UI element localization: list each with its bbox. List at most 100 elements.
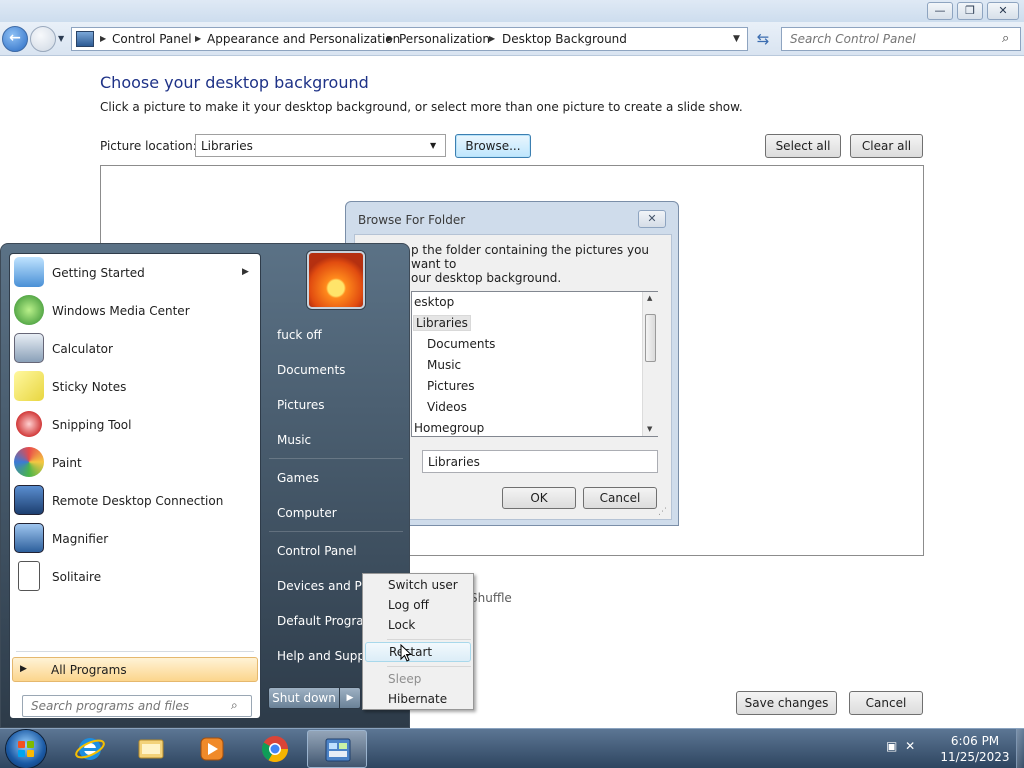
breadcrumb-desktop-background[interactable]: Desktop Background [502, 32, 627, 46]
menu-item-lock[interactable]: Lock [365, 616, 471, 636]
search-icon[interactable]: ⌕ [1002, 31, 1009, 46]
start-item-control-panel[interactable]: Control Panel [277, 544, 357, 558]
dialog-cancel-button[interactable]: Cancel [583, 487, 657, 509]
start-button[interactable] [6, 730, 46, 768]
start-item-default-programs[interactable]: Default Program [277, 614, 375, 628]
search-icon[interactable]: ⌕ [231, 698, 238, 713]
program-solitaire[interactable]: Solitaire [10, 558, 260, 596]
dialog-close-button[interactable]: ✕ [638, 210, 666, 228]
chevron-down-icon: ▼ [430, 141, 437, 150]
taskbar-clock[interactable]: 6:06 PM 11/25/2023 [935, 733, 1015, 765]
shut-down-options-button[interactable]: ▶ [339, 687, 361, 709]
address-dropdown-icon[interactable]: ▼ [733, 34, 740, 44]
start-item-computer[interactable]: Computer [277, 506, 337, 520]
all-programs-label: All Programs [51, 663, 127, 677]
start-item-user-folder[interactable]: fuck off [277, 328, 322, 342]
network-icon[interactable]: ▣ [886, 739, 897, 753]
program-calculator[interactable]: Calculator [10, 330, 260, 368]
back-button[interactable]: ← [2, 26, 28, 52]
program-label: Getting Started [52, 266, 145, 280]
program-sticky-notes[interactable]: Sticky Notes [10, 368, 260, 406]
browse-button[interactable]: Browse... [455, 134, 531, 158]
tree-item-music[interactable]: Music [427, 358, 461, 372]
program-label: Magnifier [52, 532, 109, 546]
shut-down-button[interactable]: Shut down [268, 687, 340, 709]
program-getting-started[interactable]: Getting Started ▶ [10, 254, 260, 292]
save-changes-button[interactable]: Save changes [736, 691, 837, 715]
program-label: Solitaire [52, 570, 102, 584]
picture-location-select[interactable]: Libraries ▼ [195, 134, 446, 157]
menu-item-log-off[interactable]: Log off [365, 596, 471, 616]
refresh-button[interactable]: ⇆ [752, 28, 774, 50]
breadcrumb-separator-icon[interactable]: ▶ [387, 34, 393, 43]
cancel-button[interactable]: Cancel [849, 691, 923, 715]
start-search-box[interactable]: ⌕ [22, 695, 252, 717]
tree-item-libraries[interactable]: Libraries [413, 315, 471, 331]
scroll-up-icon[interactable]: ▲ [647, 294, 652, 302]
start-item-games[interactable]: Games [277, 471, 319, 485]
search-control-panel[interactable]: ⌕ [781, 27, 1021, 51]
taskbar-file-explorer[interactable] [121, 730, 181, 768]
resize-grip-icon[interactable]: ⋰ [658, 507, 667, 517]
restore-button[interactable]: ❐ [957, 2, 983, 20]
program-snipping-tool[interactable]: Snipping Tool [10, 406, 260, 444]
tree-item-pictures[interactable]: Pictures [427, 379, 475, 393]
start-menu-programs-pane: Getting Started ▶ Windows Media Center C… [9, 253, 261, 719]
program-label: Paint [52, 456, 82, 470]
search-input[interactable] [782, 28, 994, 50]
remote-desktop-icon [14, 485, 44, 515]
breadcrumb-separator-icon[interactable]: ▶ [100, 34, 106, 43]
window-titlebar[interactable]: — ❐ ✕ [0, 0, 1024, 22]
folder-field[interactable]: Libraries [422, 450, 658, 473]
breadcrumb-separator-icon[interactable]: ▶ [489, 34, 495, 43]
breadcrumb-personalization[interactable]: Personalization [399, 32, 490, 46]
close-icon: ✕ [998, 4, 1008, 17]
taskbar-media-player[interactable] [182, 730, 242, 768]
tree-item-documents[interactable]: Documents [427, 337, 495, 351]
program-paint[interactable]: Paint [10, 444, 260, 482]
tree-item-desktop[interactable]: esktop [414, 295, 454, 309]
user-picture[interactable] [307, 251, 365, 309]
start-item-music[interactable]: Music [277, 433, 311, 447]
menu-item-switch-user[interactable]: Switch user [365, 576, 471, 596]
program-windows-media-center[interactable]: Windows Media Center [10, 292, 260, 330]
taskbar-internet-explorer[interactable] [60, 730, 120, 768]
forward-button[interactable] [30, 26, 56, 52]
system-tray[interactable]: ▣ ✕ [886, 739, 915, 753]
breadcrumb-separator-icon[interactable]: ▶ [195, 34, 201, 43]
clear-all-button[interactable]: Clear all [850, 134, 923, 158]
scroll-down-icon[interactable]: ▼ [647, 425, 652, 433]
address-bar[interactable]: ▶ Control Panel ▶ Appearance and Persona… [71, 27, 748, 51]
calculator-icon [14, 333, 44, 363]
scrollbar-thumb[interactable] [645, 314, 656, 362]
page-subtitle: Click a picture to make it your desktop … [100, 100, 743, 114]
start-item-pictures[interactable]: Pictures [277, 398, 325, 412]
control-panel-icon [76, 31, 94, 47]
select-all-button[interactable]: Select all [765, 134, 841, 158]
show-desktop-button[interactable] [1016, 729, 1024, 768]
breadcrumb-appearance[interactable]: Appearance and Personalization [207, 32, 400, 46]
folder-field-value: Libraries [428, 455, 480, 469]
tree-item-videos[interactable]: Videos [427, 400, 467, 414]
close-button[interactable]: ✕ [987, 2, 1019, 20]
folder-tree[interactable]: esktop Libraries Documents Music Picture… [411, 291, 658, 437]
start-search-input[interactable] [23, 696, 223, 716]
recent-pages-dropdown[interactable]: ▼ [58, 34, 64, 43]
all-programs-button[interactable]: ▶ All Programs [12, 657, 258, 682]
taskbar-chrome[interactable] [245, 730, 305, 768]
magnifier-icon [14, 523, 44, 553]
close-icon: ✕ [647, 212, 657, 225]
tree-scrollbar[interactable]: ▲ ▼ [642, 292, 658, 436]
program-magnifier[interactable]: Magnifier [10, 520, 260, 558]
program-remote-desktop[interactable]: Remote Desktop Connection [10, 482, 260, 520]
breadcrumb-control-panel[interactable]: Control Panel [112, 32, 192, 46]
minimize-button[interactable]: — [927, 2, 953, 20]
tree-item-homegroup[interactable]: Homegroup [414, 421, 484, 435]
start-item-documents[interactable]: Documents [277, 363, 345, 377]
menu-item-restart[interactable]: Restart [365, 642, 471, 662]
menu-item-hibernate[interactable]: Hibernate [365, 690, 471, 710]
start-item-help-support[interactable]: Help and Suppo [277, 649, 372, 663]
dialog-ok-button[interactable]: OK [502, 487, 576, 509]
taskbar-control-panel[interactable] [307, 730, 367, 768]
volume-muted-icon[interactable]: ✕ [905, 739, 915, 753]
